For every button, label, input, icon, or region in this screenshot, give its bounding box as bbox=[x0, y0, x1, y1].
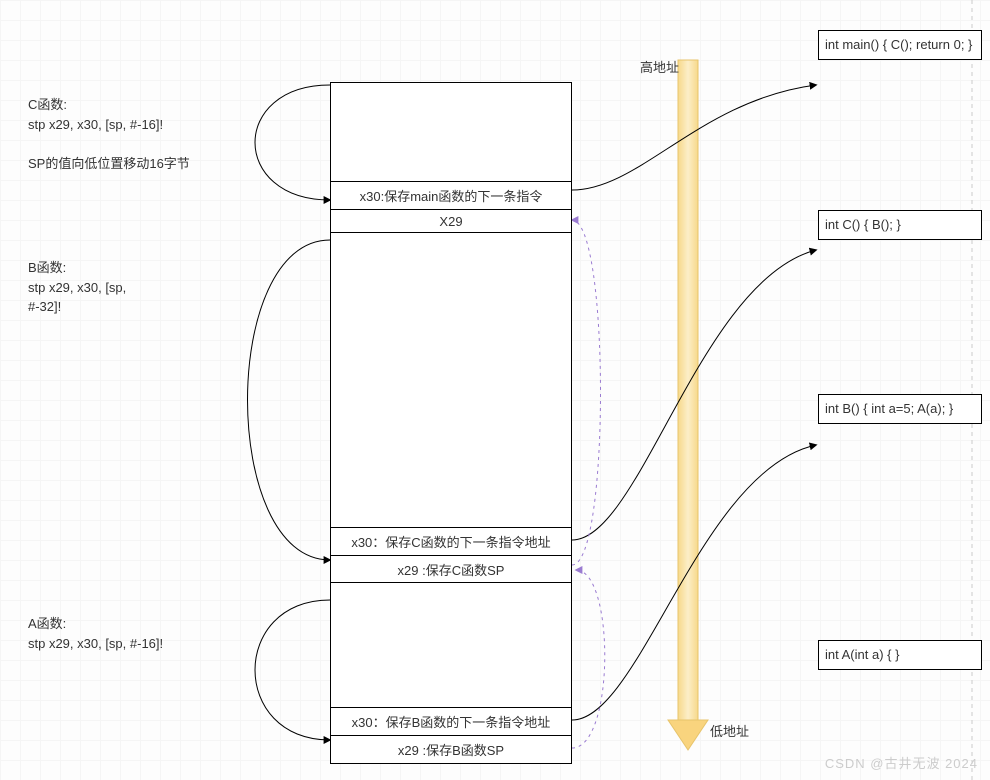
label-low-address: 低地址 bbox=[710, 722, 749, 742]
note-c-func: C函数: stp x29, x30, [sp, #-16]! SP的值向低位置移… bbox=[28, 95, 190, 173]
watermark: CSDN @古井无波 2024 bbox=[825, 753, 978, 772]
row-x30-b: x30：保存B函数的下一条指令地址 bbox=[331, 707, 571, 735]
row-x29-a: x29 :保存B函数SP bbox=[331, 735, 571, 763]
codebox-a: int A(int a) { } bbox=[818, 640, 982, 670]
stack-frame-a: x30：保存B函数的下一条指令地址 x29 :保存B函数SP bbox=[330, 582, 572, 764]
note-a-func: A函数: stp x29, x30, [sp, #-16]! bbox=[28, 614, 163, 653]
row-x29-c: X29 bbox=[331, 209, 571, 233]
codebox-main: int main() { C(); return 0; } bbox=[818, 30, 982, 60]
row-x30-main: x30:保存main函数的下一条指令 bbox=[331, 181, 571, 209]
label-high-address: 高地址 bbox=[640, 58, 679, 78]
codebox-c: int C() { B(); } bbox=[818, 210, 982, 240]
note-b-func: B函数: stp x29, x30, [sp, #-32]! bbox=[28, 258, 126, 317]
stack-frame-c: x30:保存main函数的下一条指令 X29 bbox=[330, 82, 572, 234]
row-x29-b: x29 :保存C函数SP bbox=[331, 555, 571, 583]
row-x30-c: x30：保存C函数的下一条指令地址 bbox=[331, 527, 571, 555]
stack-frame-b: x30：保存C函数的下一条指令地址 x29 :保存C函数SP bbox=[330, 232, 572, 584]
codebox-b: int B() { int a=5; A(a); } bbox=[818, 394, 982, 424]
